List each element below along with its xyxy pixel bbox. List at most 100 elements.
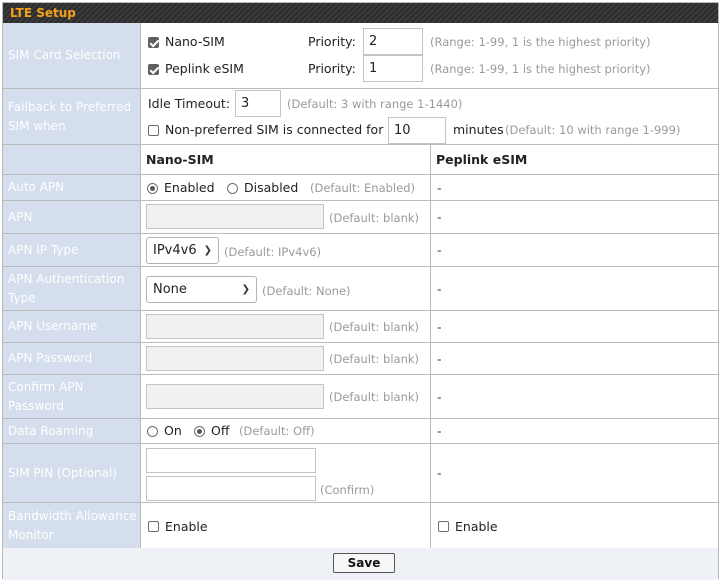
idle-timeout-input[interactable] [235,90,281,117]
failback-cell: Idle Timeout: (Default: 3 with range 1-1… [141,89,718,144]
minutes-label: minutes [453,122,504,137]
nano-bandwidth-enable-checkbox[interactable] [148,521,159,532]
failback-row: Failback to Preferred SIM when Idle Time… [3,89,718,145]
row-label: Auto APN [3,175,141,200]
bandwidth-monitor-row: Bandwidth Allowance Monitor Enable Enabl… [3,503,718,548]
row-label: APN [3,201,141,233]
nano-priority-input[interactable] [363,28,423,55]
nano-cell: (Default: blank) [141,375,431,418]
data-roaming-row: Data Roaming On Off (Default: Off) - [3,419,718,444]
sim-selection-cell: Nano-SIM Priority: (Range: 1-99, 1 is th… [141,23,718,88]
peplink-sim-pin-dash: - [437,465,442,481]
auto-apn-disabled-radio[interactable] [227,183,238,194]
peplink-bandwidth-enable-checkbox[interactable] [438,521,449,532]
row-label: Failback to Preferred SIM when [3,89,141,144]
confirm-apn-password-input[interactable] [146,384,324,409]
nano-cell: (Default: blank) [141,343,431,374]
data-roaming-off-label: Off [211,423,230,438]
peplink-apn-dash: - [437,209,442,225]
footer-bar: Save [3,548,718,580]
nano-sim-checkbox[interactable] [148,37,159,48]
auto-apn-enabled-radio[interactable] [147,183,158,194]
panel-title: LTE Setup [3,3,718,23]
auto-apn-enabled-label: Enabled [164,180,215,195]
peplink-data-roaming-dash: - [437,423,442,439]
apn-ip-type-value: IPv4v6 [153,243,197,258]
apn-auth-type-select[interactable]: None ❯ [146,276,257,303]
apn-password-hint: (Default: blank) [329,352,420,366]
peplink-priority-input[interactable] [363,55,423,82]
confirm-apn-password-row: Confirm APN Password (Default: blank) - [3,375,718,419]
apn-username-input[interactable] [146,314,324,339]
data-roaming-on-label: On [164,423,182,438]
nano-bandwidth-enable-label: Enable [165,519,208,534]
nano-cell: (Default: blank) [141,311,431,342]
apn-auth-type-hint: (Default: None) [262,284,351,298]
peplink-apn-password-dash: - [437,351,442,366]
non-preferred-checkbox[interactable] [148,125,159,136]
peplink-cell: - [431,444,718,502]
row-label: SIM PIN (Optional) [3,444,141,502]
peplink-cell: - [431,343,718,374]
sim-pin-row: SIM PIN (Optional) (Confirm) - [3,444,718,503]
column-header-row: Nano-SIM Peplink eSIM [3,145,718,175]
apn-row: APN (Default: blank) - [3,201,718,234]
row-label: APN Authentication Type [3,267,141,310]
sim-card-selection-row: SIM Card Selection Nano-SIM Priority: (R… [3,23,718,89]
row-label: Bandwidth Allowance Monitor [3,503,141,548]
peplink-confirm-apn-password-dash: - [437,389,442,404]
row-label: APN Password [3,343,141,374]
peplink-priority-label: Priority: [308,61,356,76]
nano-cell: On Off (Default: Off) [141,419,431,443]
sim-pin-input[interactable] [146,448,316,473]
non-preferred-label: Non-preferred SIM is connected for [165,122,384,137]
data-roaming-off-radio[interactable] [194,426,205,437]
row-label: APN Username [3,311,141,342]
peplink-esim-checkbox[interactable] [148,64,159,75]
peplink-cell: - [431,267,718,310]
peplink-column-cell: Peplink eSIM [431,145,718,174]
apn-hint: (Default: blank) [329,211,420,225]
data-roaming-on-radio[interactable] [147,426,158,437]
row-label-empty [3,145,141,174]
non-preferred-minutes-input[interactable] [388,117,446,144]
save-button[interactable]: Save [333,553,395,573]
sim-pin-confirm-input[interactable] [146,476,316,501]
peplink-cell: - [431,419,718,443]
row-label: Data Roaming [3,419,141,443]
peplink-cell: - [431,311,718,342]
chevron-down-icon: ❯ [241,284,250,295]
row-label: APN IP Type [3,234,141,266]
auto-apn-disabled-label: Disabled [244,180,299,195]
apn-username-row: APN Username (Default: blank) - [3,311,718,343]
peplink-cell: - [431,234,718,266]
peplink-esim-label: Peplink eSIM [165,61,244,76]
row-label: SIM Card Selection [3,23,141,88]
idle-timeout-label: Idle Timeout: [148,96,231,111]
apn-password-row: APN Password (Default: blank) - [3,343,718,375]
column-header-peplink-esim: Peplink eSIM [436,152,528,167]
nano-column-cell: Nano-SIM [141,145,431,174]
confirm-apn-password-hint: (Default: blank) [329,390,420,404]
idle-timeout-hint: (Default: 3 with range 1-1440) [287,97,463,111]
lte-setup-panel: LTE Setup SIM Card Selection Nano-SIM Pr… [2,2,719,580]
peplink-apn-username-dash: - [437,319,442,334]
nano-priority-label: Priority: [308,34,356,49]
apn-ip-type-select[interactable]: IPv4v6 ❯ [146,237,219,264]
nano-cell: (Default: blank) [141,201,431,233]
apn-ip-type-hint: (Default: IPv4v6) [224,245,322,259]
apn-input[interactable] [146,204,324,229]
data-roaming-hint: (Default: Off) [239,424,315,438]
nano-cell: Enable [141,503,431,548]
peplink-apn-auth-dash: - [437,281,442,296]
row-label: Confirm APN Password [3,375,141,418]
peplink-priority-hint: (Range: 1-99, 1 is the highest priority) [430,62,651,76]
column-header-nano-sim: Nano-SIM [146,152,214,167]
apn-auth-type-row: APN Authentication Type None ❯ (Default:… [3,267,718,311]
nano-priority-hint: (Range: 1-99, 1 is the highest priority) [430,35,651,49]
apn-username-hint: (Default: blank) [329,320,420,334]
auto-apn-hint: (Default: Enabled) [310,181,415,195]
auto-apn-row: Auto APN Enabled Disabled (Default: Enab… [3,175,718,201]
apn-password-input[interactable] [146,346,324,371]
apn-ip-type-row: APN IP Type IPv4v6 ❯ (Default: IPv4v6) - [3,234,718,267]
